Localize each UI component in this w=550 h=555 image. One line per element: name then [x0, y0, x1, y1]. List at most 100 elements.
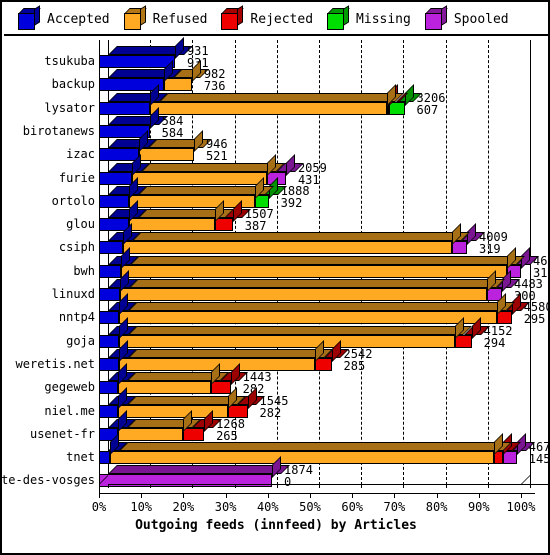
bar-segment-refused[interactable] [150, 101, 387, 115]
x-tick-back-40 [276, 483, 278, 488]
x-tick-back-70 [403, 483, 405, 488]
bar-value-total: 4152 [483, 323, 513, 338]
bar-segment-spooled[interactable] [503, 451, 517, 465]
x-tick-80 [436, 492, 438, 498]
bar-value-secondary: 392 [280, 195, 303, 210]
bar-segment-accepted[interactable] [99, 55, 175, 68]
bar-segment-top [129, 255, 526, 265]
bar-segment-accepted[interactable] [99, 101, 151, 115]
x-tick-back-90 [487, 483, 489, 488]
bar-segment-accepted[interactable] [99, 404, 119, 418]
bar-segment-accepted[interactable] [99, 381, 119, 395]
x-tick-20 [183, 492, 185, 498]
bar-segment-rejected[interactable] [228, 404, 248, 418]
bar-value-total: 4682 [533, 253, 550, 268]
bar-segment-rejected[interactable] [496, 311, 512, 325]
bar-segment-top [129, 279, 506, 288]
bar-segment-top [159, 92, 405, 102]
y-axis-label-linuxd: linuxd [51, 287, 95, 301]
x-axis-line-front [99, 492, 535, 494]
x-tick-back-30 [234, 483, 236, 488]
y-axis-label-ortolo: ortolo [51, 193, 95, 208]
bar-value-secondary: 387 [244, 219, 267, 234]
legend-label: Accepted [47, 11, 110, 27]
bar-segment-accepted[interactable] [99, 334, 120, 348]
bar-segment-refused[interactable] [120, 264, 508, 278]
bar-value-secondary: 521 [205, 149, 228, 164]
bar-segment-refused[interactable] [120, 288, 488, 301]
cube-icon [424, 4, 448, 30]
chart-plot-area: tsukuba931931backup982736lysator3206607b… [0, 36, 550, 553]
y-axis-label-weretis.net: weretis.net [15, 356, 95, 371]
bar-segment-refused[interactable] [139, 148, 194, 162]
bar-value-secondary: 145 [528, 452, 550, 467]
bar-segment-top [128, 325, 473, 335]
bar-segment-refused[interactable] [164, 78, 192, 92]
bar-segment-refused[interactable] [131, 171, 267, 185]
bar-segment-accepted[interactable] [99, 451, 110, 465]
y-axis-label-usenet-fr: usenet-fr [29, 426, 95, 441]
bar-segment-side [285, 153, 295, 176]
cube-icon [18, 4, 41, 30]
y-axis-label-tnet: tnet [66, 450, 95, 465]
y-axis-label-glou: glou [66, 217, 95, 232]
y-axis-label-csiph: csiph [58, 240, 95, 255]
bar-value-secondary: 265 [216, 428, 238, 443]
y-axis-label-gegeweb: gegeweb [44, 380, 95, 395]
bar-segment-rejected[interactable] [182, 427, 205, 441]
bar-segment-refused[interactable] [119, 311, 497, 325]
bar-segment-refused[interactable] [117, 427, 183, 441]
cube-icon [327, 4, 350, 30]
bar-value-secondary: 584 [161, 125, 184, 140]
y-axis-label-izac: izac [66, 147, 95, 162]
bar-segment-accepted[interactable] [99, 288, 121, 301]
x-tick-back-0 [108, 483, 109, 488]
chart-window: Accepted Refused Rejected Missing Spooled ts… [0, 0, 550, 555]
bar-segment-spooled[interactable] [99, 474, 273, 488]
bar-value-secondary: 282 [259, 405, 282, 420]
legend-label: Rejected [250, 11, 314, 27]
y-axis-label-tsukuba: tsukuba [44, 54, 95, 68]
bar-segment-accepted[interactable] [99, 264, 121, 278]
bar-segment-top [128, 348, 334, 358]
bar-segment-refused[interactable] [109, 451, 494, 465]
x-tick-back-10 [150, 483, 152, 488]
y-axis-label-birotanews: birotanews [22, 123, 95, 138]
x-tick-back-20 [192, 483, 194, 488]
bar-segment-top [131, 232, 470, 242]
x-tick-0 [99, 492, 100, 498]
bar-segment-accepted[interactable] [99, 171, 132, 185]
bar-segment-accepted[interactable] [99, 148, 140, 162]
legend-label: Spooled [453, 11, 509, 27]
bar-segment-rejected[interactable] [215, 218, 233, 232]
x-tick-60 [352, 492, 354, 498]
bar-segment-accepted[interactable] [99, 311, 120, 325]
bar-segment-missing[interactable] [389, 101, 405, 115]
bar-value-secondary: 0 [284, 475, 292, 490]
bar-segment-refused[interactable] [128, 218, 216, 232]
bar-value-secondary: 319 [478, 242, 501, 257]
y-axis-label-niel.me: niel.me [44, 403, 95, 418]
legend-label: Missing [356, 11, 411, 27]
bar-value-total: 1545 [259, 393, 289, 408]
bar-value-total: 2059 [297, 160, 327, 175]
bar-segment-rejected[interactable] [315, 357, 332, 371]
legend-item-rejected: Rejected [221, 4, 314, 30]
bar-segment-spooled[interactable] [451, 241, 467, 255]
bar-segment-top [108, 92, 169, 102]
bar-segment-accepted[interactable] [99, 241, 123, 255]
bar-segment-refused[interactable] [119, 334, 455, 348]
x-tick-30 [225, 492, 227, 498]
bar-value-total: 1268 [216, 416, 245, 431]
bar-segment-top [118, 442, 512, 452]
bar-value-secondary: 607 [416, 102, 439, 117]
bar-segment-refused[interactable] [118, 381, 212, 395]
x-tick-back-80 [445, 483, 447, 488]
bar-value-secondary: 285 [343, 358, 366, 373]
bar-segment-refused[interactable] [122, 241, 452, 255]
bar-segment-accepted[interactable] [99, 357, 120, 371]
bar-segment-rejected[interactable] [211, 381, 231, 395]
y-axis-label-bete-des-vosges: bete-des-vosges [0, 473, 95, 488]
y-axis-label-bwh: bwh [73, 263, 95, 278]
bar-segment-accepted[interactable] [99, 194, 129, 208]
